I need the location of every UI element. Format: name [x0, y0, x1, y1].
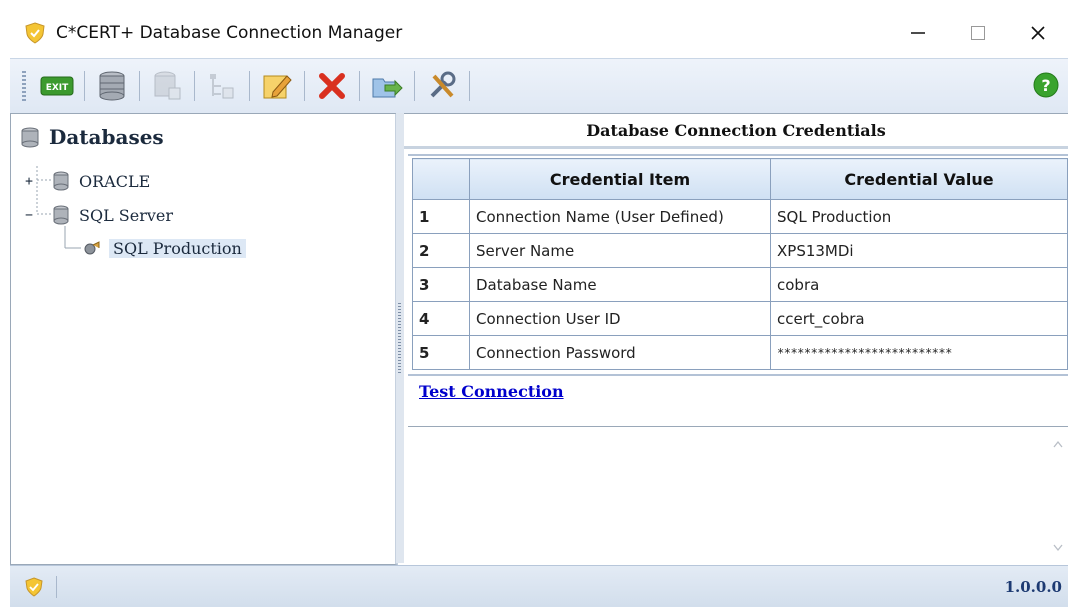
maximize-icon [971, 26, 985, 40]
tree-node-label: ORACLE [79, 171, 151, 191]
minimize-icon [911, 32, 925, 34]
edit-pencil-icon [263, 75, 292, 99]
database-icon [99, 71, 125, 101]
table-row[interactable]: 1 Connection Name (User Defined) SQL Pro… [412, 199, 1068, 234]
column-header-value: Credential Value [770, 158, 1068, 200]
version-label: 1.0.0.0 [1004, 577, 1062, 596]
svg-text:EXIT: EXIT [46, 83, 69, 93]
help-button[interactable]: ? [1032, 71, 1060, 103]
row-number: 2 [412, 233, 470, 268]
credential-value[interactable]: XPS13MDi [770, 233, 1068, 268]
table-row[interactable]: 4 Connection User ID ccert_cobra [412, 301, 1068, 336]
tree-node-sql-server[interactable]: − SQL Server [23, 202, 173, 228]
toolbar-separator [304, 71, 305, 101]
credential-item: Connection Name (User Defined) [469, 199, 771, 234]
vertical-scrollbar[interactable] [1048, 433, 1068, 559]
delete-x-icon [319, 73, 345, 99]
minimize-button[interactable] [888, 8, 948, 58]
app-window: C*CERT+ Database Connection Manager EXIT [0, 0, 1068, 607]
credentials-table: Credential Item Credential Value 1 Conne… [412, 158, 1068, 370]
credential-value[interactable]: cobra [770, 267, 1068, 302]
toolbar-separator [359, 71, 360, 101]
row-number: 3 [412, 267, 470, 302]
toolbar-separator [194, 71, 195, 101]
database-tree-panel: Databases + ORACLE − SQL Server SQL Prod… [10, 113, 398, 565]
help-question-icon: ? [1033, 72, 1059, 98]
title-bar: C*CERT+ Database Connection Manager [0, 8, 1068, 58]
shield-logo-icon [25, 22, 45, 44]
credential-value[interactable]: ccert_cobra [770, 301, 1068, 336]
status-separator [56, 575, 57, 598]
toolbar-separator [469, 71, 470, 101]
close-button[interactable] [1008, 8, 1068, 58]
add-database-button[interactable] [146, 66, 188, 106]
table-row[interactable]: 2 Server Name XPS13MDi [412, 233, 1068, 268]
toolbar-separator [414, 71, 415, 101]
close-icon [1031, 26, 1045, 40]
maximize-button[interactable] [948, 8, 1008, 58]
row-number: 1 [412, 199, 470, 234]
column-header-item: Credential Item [469, 158, 771, 200]
add-database-icon [154, 71, 181, 100]
database-icon [53, 205, 69, 225]
collapse-icon[interactable]: − [23, 208, 35, 223]
row-number-header [412, 158, 470, 200]
credential-value[interactable]: SQL Production [770, 199, 1068, 234]
table-row[interactable]: 3 Database Name cobra [412, 267, 1068, 302]
add-connection-button[interactable] [201, 66, 243, 106]
exit-icon: EXIT [40, 76, 74, 96]
test-connection-link[interactable]: Test Connection [419, 382, 564, 401]
table-header-row: Credential Item Credential Value [412, 158, 1068, 200]
settings-button[interactable] [421, 66, 463, 106]
shield-status-icon [25, 576, 43, 597]
panel-title: Database Connection Credentials [404, 114, 1068, 149]
delete-button[interactable] [311, 66, 353, 106]
tree-node-label: SQL Production [109, 238, 246, 258]
row-number: 4 [412, 301, 470, 336]
svg-text:?: ? [1041, 76, 1050, 95]
tools-icon [430, 71, 456, 98]
credentials-panel: Database Connection Credentials Credenti… [404, 113, 1068, 564]
exit-button[interactable]: EXIT [36, 66, 78, 106]
status-bar: 1.0.0.0 [10, 565, 1068, 607]
credential-item: Database Name [469, 267, 771, 302]
row-number: 5 [412, 335, 470, 370]
table-row[interactable]: 5 Connection Password ******************… [412, 335, 1068, 370]
tree-node-sql-production[interactable]: SQL Production [83, 235, 246, 261]
edit-button[interactable] [256, 66, 298, 106]
window-title: C*CERT+ Database Connection Manager [56, 23, 403, 43]
message-area[interactable] [408, 426, 1068, 563]
tree-node-oracle[interactable]: + ORACLE [23, 168, 150, 194]
panel-splitter[interactable] [396, 113, 404, 563]
toolbar-separator [84, 71, 85, 101]
credential-item: Connection User ID [469, 301, 771, 336]
toolbar-separator [249, 71, 250, 101]
scrollbar-arrows [1053, 440, 1063, 552]
export-button[interactable] [366, 66, 408, 106]
folder-export-icon [372, 78, 403, 98]
credential-value[interactable]: ************************** [770, 335, 1068, 370]
database-button[interactable] [91, 66, 133, 106]
expand-icon[interactable]: + [23, 174, 35, 189]
tree-node-label: SQL Server [79, 205, 174, 225]
credential-item: Connection Password [469, 335, 771, 370]
connection-icon [84, 241, 100, 255]
toolbar-grip[interactable] [22, 71, 26, 101]
toolbar: EXIT ? [10, 58, 1068, 114]
credential-item: Server Name [469, 233, 771, 268]
toolbar-separator [139, 71, 140, 101]
database-icon [53, 171, 69, 191]
tree-add-icon [210, 74, 234, 99]
